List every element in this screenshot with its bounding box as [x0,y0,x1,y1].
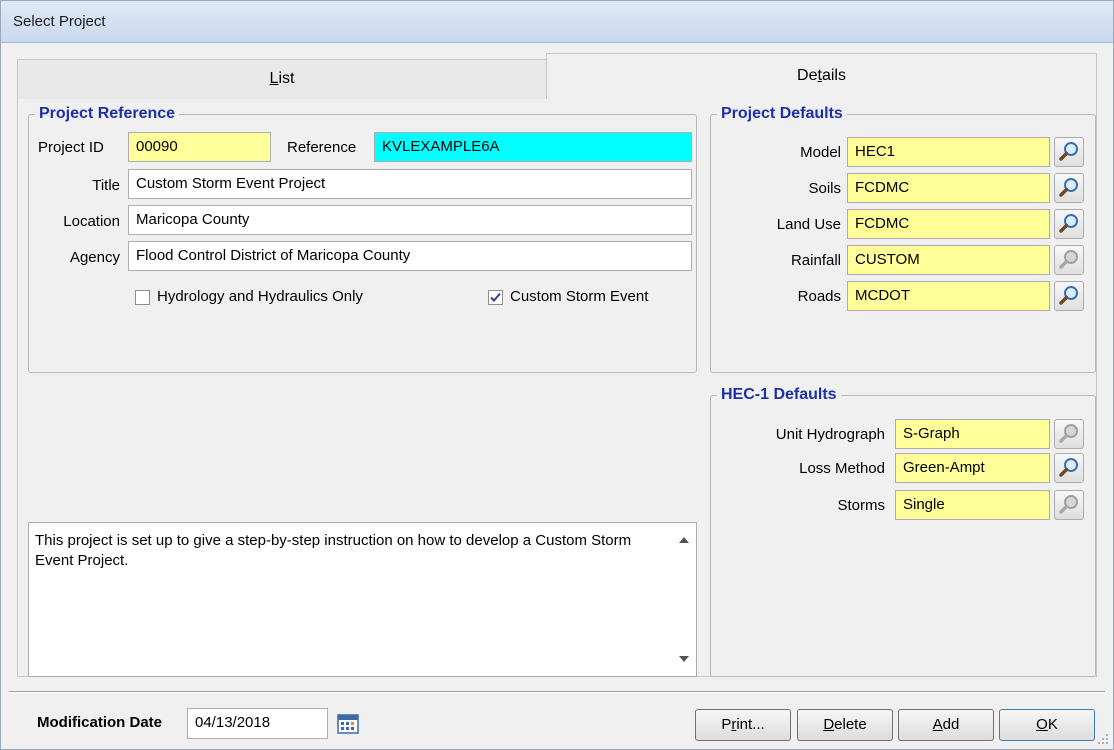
hh-only-label: Hydrology and Hydraulics Only [157,288,363,305]
unit-hydrograph-lookup-button [1054,419,1084,449]
custom-storm-checkbox[interactable] [488,290,503,305]
magnifier-icon [1059,250,1078,269]
land-use-label: Land Use [776,216,841,233]
description-memo[interactable]: This project is set up to give a step-by… [28,522,697,677]
project-id-label: Project ID [38,139,104,156]
project-id-field[interactable]: 00090 [128,132,271,162]
reference-label: Reference [287,139,357,156]
delete-button-label: Delete [823,716,867,733]
ok-button[interactable]: OK [999,709,1095,741]
location-label: Location [63,213,120,230]
loss-method-lookup-button[interactable] [1054,453,1084,483]
hec1-defaults-legend: HEC-1 Defaults [721,386,837,403]
window-title: Select Project [13,13,106,30]
modification-date-label: Modification Date [37,714,163,731]
tab-details[interactable]: Details [546,53,1097,99]
add-button-label: Add [932,716,960,733]
arrow-up-icon[interactable] [679,537,689,543]
agency-field[interactable]: Flood Control District of Maricopa Count… [128,241,692,271]
land-use-lookup-button[interactable] [1054,209,1084,239]
project-reference-legend: Project Reference [39,105,176,122]
model-label: Model [800,144,841,161]
modification-date-field[interactable]: 04/13/2018 [187,708,328,739]
storms-label: Storms [837,497,885,514]
print-button[interactable]: Print... [695,709,791,741]
storms-lookup-button [1054,490,1084,520]
add-button[interactable]: Add [898,709,994,741]
agency-label: Agency [69,249,120,266]
title-field[interactable]: Custom Storm Event Project [128,169,692,199]
soils-label: Soils [808,180,841,197]
soils-lookup-button[interactable] [1054,173,1084,203]
memo-scrollbar[interactable] [674,523,696,676]
loss-method-field[interactable]: Green-Ampt [895,453,1050,483]
roads-lookup-button[interactable] [1054,281,1084,311]
location-field[interactable]: Maricopa County [128,205,692,235]
print-button-label: Print... [721,716,765,733]
magnifier-icon [1059,286,1078,305]
storms-field[interactable]: Single [895,490,1050,520]
ok-button-label: OK [1036,716,1058,733]
description-text: This project is set up to give a step-by… [35,532,632,569]
delete-button[interactable]: Delete [797,709,893,741]
tab-details-label: Details [797,67,846,84]
title-label: Title [92,177,120,194]
tab-list[interactable]: List [17,59,547,99]
arrow-down-icon[interactable] [679,656,689,662]
loss-method-label: Loss Method [799,460,885,477]
checkmark-icon [490,292,501,302]
magnifier-icon [1059,458,1078,477]
rainfall-field[interactable]: CUSTOM [847,245,1050,275]
rainfall-lookup-button [1054,245,1084,275]
magnifier-icon [1059,214,1078,233]
project-defaults-legend: Project Defaults [721,105,843,122]
roads-label: Roads [797,288,841,305]
magnifier-icon [1059,424,1078,443]
magnifier-icon [1059,142,1078,161]
reference-field[interactable]: KVLEXAMPLE6A [374,132,692,162]
hh-only-checkbox[interactable] [135,290,150,305]
roads-field[interactable]: MCDOT [847,281,1050,311]
unit-hydrograph-field[interactable]: S-Graph [895,419,1050,449]
footer-separator [9,691,1105,693]
rainfall-label: Rainfall [790,252,841,269]
unit-hydrograph-label: Unit Hydrograph [775,426,885,443]
magnifier-icon [1059,178,1078,197]
tab-list-label: List [269,70,295,87]
land-use-field[interactable]: FCDMC [847,209,1050,239]
select-project-window: Select Project List Details Project Refe… [0,0,1114,750]
custom-storm-label: Custom Storm Event [510,288,649,305]
model-field[interactable]: HEC1 [847,137,1050,167]
resize-grip-icon[interactable] [1097,733,1109,745]
title-bar: Select Project [1,1,1113,43]
calendar-icon[interactable] [337,713,359,735]
magnifier-icon [1059,495,1078,514]
soils-field[interactable]: FCDMC [847,173,1050,203]
model-lookup-button[interactable] [1054,137,1084,167]
